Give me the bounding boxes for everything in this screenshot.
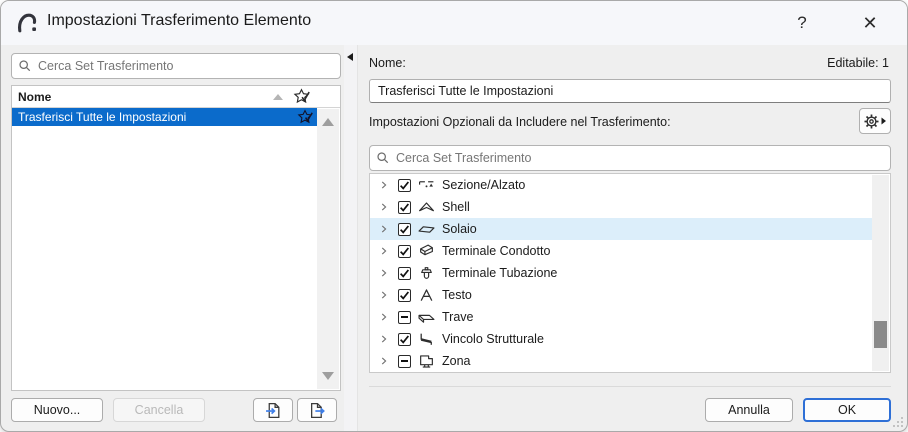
tree-row-label: Terminale Condotto [442,244,551,258]
tree-rows: Sezione/Alzato Shell Solaio Terminale Co… [370,174,890,372]
zone-icon [420,354,433,368]
favorite-star-icon[interactable] [297,109,313,125]
chevron-right-icon[interactable] [377,288,391,302]
left-search-field[interactable] [11,53,341,79]
titlebar[interactable]: Impostazioni Trasferimento Elemento ? ✕ [1,1,907,45]
tree-row[interactable]: Shell [370,196,872,218]
list-header[interactable]: Nome [12,86,340,108]
beam-icon [418,314,435,323]
chevron-right-icon[interactable] [377,354,391,368]
export-button[interactable] [297,398,337,422]
gear-icon [864,113,879,129]
chevron-right-icon[interactable] [377,266,391,280]
tree-row-label: Trave [442,310,474,324]
ok-button[interactable]: OK [803,398,891,422]
settings-menu-button[interactable] [859,108,891,134]
pipe-terminal-icon [421,266,432,279]
chevron-right-icon[interactable] [377,310,391,324]
import-icon [265,402,279,418]
close-button[interactable]: ✕ [847,1,893,45]
list-item[interactable]: Trasferisci Tutte le Impostazioni [12,108,317,126]
set-name-input[interactable] [369,79,891,103]
import-button[interactable] [253,398,293,422]
tree-row-label: Shell [442,200,470,214]
tree-row[interactable]: Testo [370,284,872,306]
chevron-right-icon[interactable] [377,178,391,192]
chevron-right-icon[interactable] [377,200,391,214]
tree-row[interactable]: Solaio [370,218,872,240]
footer-separator [369,386,891,387]
tree-scrollbar[interactable] [872,175,889,371]
resize-grip[interactable] [891,415,903,427]
chevron-right-icon[interactable] [377,244,391,258]
checkbox[interactable] [398,354,411,368]
transfer-set-list[interactable]: Nome Trasferisci Tutte le Impostazioni [11,85,341,391]
tree-row-label: Vincolo Strutturale [442,332,544,346]
slab-icon [418,225,435,233]
list-header-label: Nome [18,89,52,104]
collapse-left-icon[interactable] [347,53,353,61]
panel-splitter[interactable] [344,45,358,431]
dialog-title: Impostazioni Trasferimento Elemento [47,12,312,29]
tree-row-label: Sezione/Alzato [442,178,526,192]
app-logo-icon [18,13,37,33]
checkbox[interactable] [398,266,411,280]
chevron-right-icon[interactable] [377,222,391,236]
checkbox[interactable] [398,178,411,192]
tree-row-label: Zona [442,354,471,368]
tree-row-label: Testo [442,288,472,302]
tree-row[interactable]: Terminale Tubazione [370,262,872,284]
delete-button[interactable]: Cancella [113,398,205,422]
list-item-label: Trasferisci Tutte le Impostazioni [18,110,187,124]
checkbox[interactable] [398,310,411,324]
checkbox[interactable] [398,200,411,214]
right-search-input[interactable] [396,151,884,165]
cancel-button[interactable]: Annulla [705,398,793,422]
text-icon [420,288,433,301]
search-icon [19,60,31,72]
sort-ascending-icon[interactable] [273,93,283,100]
dialog-window: Impostazioni Trasferimento Elemento ? ✕ … [0,0,908,432]
checkbox[interactable] [398,222,411,236]
tree-row[interactable]: Trave [370,306,872,328]
checkbox[interactable] [398,288,411,302]
options-tree[interactable]: Sezione/Alzato Shell Solaio Terminale Co… [369,173,891,373]
help-button[interactable]: ? [779,1,825,45]
tree-row[interactable]: Terminale Condotto [370,240,872,262]
tree-row[interactable]: Vincolo Strutturale [370,328,872,350]
left-search-input[interactable] [38,59,334,73]
tree-row-label: Terminale Tubazione [442,266,558,280]
editable-count: Editabile: 1 [827,56,889,70]
options-label: Impostazioni Opzionali da Includere nel … [369,115,671,129]
tree-row-label: Solaio [442,222,477,236]
search-icon [377,152,389,164]
left-list-scrollbar[interactable] [317,109,339,389]
tree-row[interactable]: Sezione/Alzato [370,174,872,196]
section-elevation-icon [419,180,434,187]
tree-scroll-thumb[interactable] [874,321,887,348]
new-button[interactable]: Nuovo... [11,398,103,422]
checkbox[interactable] [398,244,411,258]
name-label: Nome: [369,56,406,70]
menu-arrow-icon [881,117,886,125]
chevron-right-icon[interactable] [377,332,391,346]
tree-row[interactable]: Zona [370,350,872,372]
structural-support-icon [420,333,432,345]
shell-icon [419,201,434,211]
scroll-down-icon[interactable] [322,372,334,380]
scroll-up-icon[interactable] [322,118,334,126]
checkbox[interactable] [398,332,411,346]
favorite-column-icon[interactable] [293,88,310,105]
right-search-field[interactable] [369,145,891,171]
export-icon [310,402,325,418]
duct-terminal-icon [420,244,433,255]
